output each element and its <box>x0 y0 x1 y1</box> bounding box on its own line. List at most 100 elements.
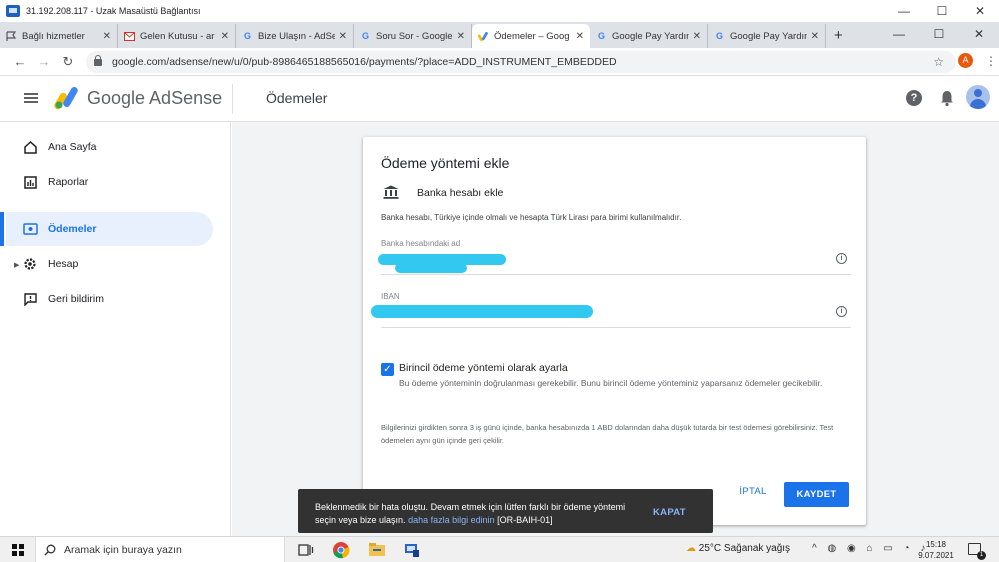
taskbar-search[interactable]: Aramak için buraya yazın <box>35 537 285 562</box>
sidebar: Ana Sayfa Raporlar Ödemeler ▶ Hesap Geri… <box>0 122 231 536</box>
save-button[interactable]: KAYDET <box>784 482 849 507</box>
flag-icon <box>6 30 17 42</box>
sidebar-item-account[interactable]: Hesap <box>0 247 214 281</box>
gmail-icon <box>124 31 135 42</box>
tab-title: Soru Sor - Google <box>376 30 453 42</box>
help-icon[interactable]: ? <box>906 90 922 106</box>
tab-close-icon[interactable]: ✕ <box>103 31 111 42</box>
user-avatar[interactable] <box>966 85 990 109</box>
close-window-button[interactable]: ✕ <box>961 0 999 22</box>
google-icon: G <box>597 31 605 41</box>
tab-4-active[interactable]: Ödemeler – Goog ✕ <box>472 24 590 48</box>
bank-requirement-text: Banka hesabı, Türkiye içinde olmalı ve h… <box>381 213 682 222</box>
tab-5[interactable]: G Google Pay Yardım ✕ <box>590 24 708 48</box>
chrome-icon[interactable] <box>331 540 351 560</box>
tab-close-icon[interactable]: ✕ <box>339 31 347 42</box>
browser-restore-button[interactable]: ☐ <box>919 22 959 48</box>
tab-close-icon[interactable]: ✕ <box>811 31 819 42</box>
learn-more-link[interactable]: daha fazla bilgi edinin <box>408 515 495 525</box>
bank-icon <box>383 185 399 199</box>
address-bar-row: ← → ↻ google.com/adsense/new/u/0/pub-898… <box>0 48 999 76</box>
back-arrow-icon[interactable]: ← <box>8 54 32 69</box>
lock-icon <box>94 54 102 66</box>
payments-icon <box>22 221 38 237</box>
adsense-icon <box>478 31 489 42</box>
tab-2[interactable]: G Bize Ulaşın - AdSe ✕ <box>236 24 354 48</box>
page-title: Ödemeler <box>266 90 328 106</box>
sidebar-item-label: Geri bildirim <box>48 293 105 305</box>
card-title: Ödeme yöntemi ekle <box>381 155 510 171</box>
cancel-button[interactable]: İPTAL <box>733 481 773 503</box>
snackbar-close-button[interactable]: KAPAT <box>653 507 686 518</box>
clock-time: 15:18 <box>925 540 947 549</box>
account-holder-label: Banka hesabındaki ad <box>381 239 461 248</box>
remote-desktop-titlebar: 31.192.208.117 - Uzak Masaüstü Bağlantıs… <box>0 0 999 22</box>
tab-close-icon[interactable]: ✕ <box>221 31 229 42</box>
url-bar[interactable]: google.com/adsense/new/u/0/pub-898646518… <box>86 51 956 73</box>
file-explorer-icon[interactable] <box>367 540 387 560</box>
url-text: google.com/adsense/new/u/0/pub-898646518… <box>112 56 617 68</box>
browser-profile-avatar[interactable]: A <box>958 53 973 68</box>
info-icon[interactable]: i <box>836 306 847 317</box>
brand-name: Google AdSense <box>87 88 223 108</box>
menu-icon[interactable] <box>24 93 38 103</box>
bookmark-star-icon[interactable]: ☆ <box>933 55 944 69</box>
redaction-mark <box>395 263 467 273</box>
sidebar-item-label: Ana Sayfa <box>48 141 97 153</box>
taskbar-clock[interactable]: 15:18 9.07.2021 <box>916 539 956 561</box>
primary-method-checkbox[interactable]: ✓ <box>381 363 394 376</box>
sidebar-item-label: Ödemeler <box>48 223 97 235</box>
tab-close-icon[interactable]: ✕ <box>693 31 701 42</box>
tab-0[interactable]: Bağlı hizmetler ✕ <box>0 24 118 48</box>
notifications-bell-icon[interactable] <box>939 89 955 107</box>
minimize-button[interactable]: — <box>885 0 923 22</box>
browser-tabstrip: Bağlı hizmetler ✕ Gelen Kutusu - ar ✕ G … <box>0 22 999 48</box>
maximize-button[interactable]: ☐ <box>923 0 961 22</box>
remote-desktop-icon <box>6 5 20 17</box>
google-icon: G <box>715 31 723 41</box>
info-icon[interactable]: i <box>836 253 847 264</box>
tab-3[interactable]: G Soru Sor - Google ✕ <box>354 24 472 48</box>
feedback-icon <box>22 291 38 307</box>
adsense-logo-icon <box>54 87 78 110</box>
header-divider <box>232 84 233 114</box>
tab-1[interactable]: Gelen Kutusu - ar ✕ <box>118 24 236 48</box>
google-icon: G <box>361 31 369 41</box>
primary-method-label: Birincil ödeme yöntemi olarak ayarla <box>399 362 568 374</box>
window-title: 31.192.208.117 - Uzak Masaüstü Bağlantıs… <box>26 6 201 16</box>
add-payment-method-card: Ödeme yöntemi ekle Banka hesabı ekle Ban… <box>363 137 866 525</box>
windows-start-icon[interactable] <box>12 544 24 556</box>
sidebar-item-home[interactable]: Ana Sayfa <box>0 130 214 164</box>
weather-text: 25°C Sağanak yağış <box>698 543 791 554</box>
tab-title: Bağlı hizmetler <box>22 30 85 42</box>
bank-account-option-label: Banka hesabı ekle <box>417 187 504 199</box>
tab-close-icon[interactable]: ✕ <box>576 31 584 42</box>
browser-close-button[interactable]: ✕ <box>959 22 999 48</box>
notification-count-badge: 1 <box>977 551 986 560</box>
tab-6[interactable]: G Google Pay Yardım ✕ <box>708 24 826 48</box>
search-icon <box>44 544 56 556</box>
system-tray-icons[interactable]: ^ ◍ ◉ ⌂ ▭ ◔ ♪ <box>812 543 929 554</box>
task-view-icon[interactable] <box>296 540 316 560</box>
weather-widget[interactable]: ☁ 25°C Sağanak yağış <box>686 543 790 554</box>
sidebar-item-feedback[interactable]: Geri bildirim <box>0 282 214 316</box>
test-payment-notice: Bilgilerinizi girdikten sonra 3 iş günü … <box>381 423 834 445</box>
tab-close-icon[interactable]: ✕ <box>457 31 465 42</box>
tab-title: Bize Ulaşın - AdSe <box>258 30 335 42</box>
remote-desktop-app-icon[interactable] <box>402 540 422 560</box>
clock-date: 9.07.2021 <box>918 551 954 560</box>
browser-window-controls: — ☐ ✕ <box>879 22 999 48</box>
snackbar-message: Beklenmedik bir hata oluştu. Devam etmek… <box>315 501 635 527</box>
browser-menu-icon[interactable]: ⋮ <box>985 54 997 68</box>
home-icon <box>22 139 38 155</box>
new-tab-button[interactable]: + <box>834 24 843 48</box>
reload-icon[interactable]: ↻ <box>56 54 80 70</box>
browser-minimize-button[interactable]: — <box>879 22 919 48</box>
main-content: Ödeme yöntemi ekle Banka hesabı ekle Ban… <box>232 122 999 536</box>
forward-arrow-icon[interactable]: → <box>32 54 56 69</box>
taskbar-search-placeholder: Aramak için buraya yazın <box>64 544 182 556</box>
sidebar-item-payments[interactable]: Ödemeler <box>0 212 213 246</box>
tab-title: Ödemeler – Goog <box>494 30 570 42</box>
sidebar-item-reports[interactable]: Raporlar <box>0 165 214 199</box>
redaction-mark <box>371 305 593 318</box>
